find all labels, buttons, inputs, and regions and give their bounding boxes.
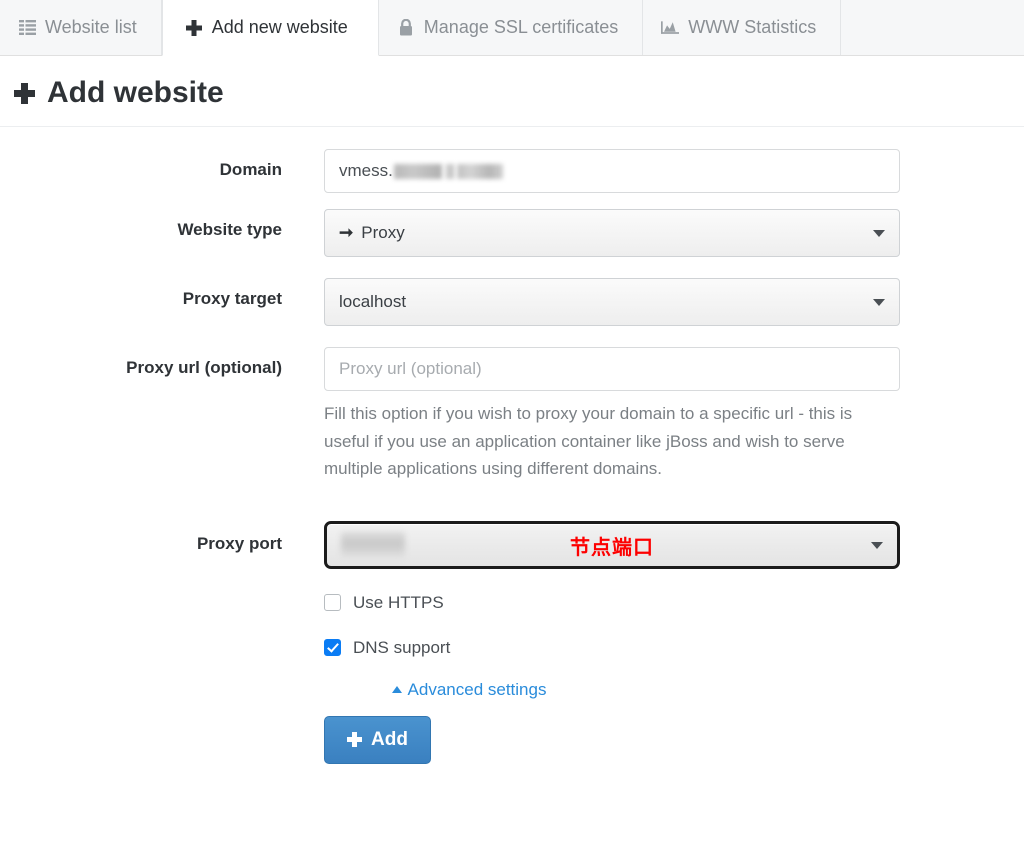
tab-bar-filler bbox=[841, 0, 1024, 55]
field-row-use-https: Use HTTPS bbox=[0, 593, 1024, 613]
tab-add-new-website[interactable]: Add new website bbox=[161, 0, 379, 56]
redacted-block bbox=[444, 163, 454, 179]
dns-support-spacer bbox=[0, 638, 282, 649]
dns-support-checkbox-row[interactable]: DNS support bbox=[324, 638, 900, 658]
dns-support-control: DNS support bbox=[324, 638, 900, 658]
domain-control: vmess. bbox=[324, 149, 900, 193]
use-https-label: Use HTTPS bbox=[353, 592, 444, 612]
use-https-checkbox-row[interactable]: Use HTTPS bbox=[324, 593, 900, 613]
page-title: Add website bbox=[14, 78, 1024, 108]
field-row-proxy-url: Proxy url (optional) Fill this option if… bbox=[0, 347, 1024, 483]
field-row-dns-support: DNS support bbox=[0, 638, 1024, 658]
advanced-settings-control: Advanced settings bbox=[324, 680, 900, 700]
plus-icon bbox=[347, 732, 362, 748]
proxy-target-select[interactable]: localhost bbox=[324, 278, 900, 326]
chevron-down-icon bbox=[873, 299, 885, 306]
field-row-website-type: Website type ➞ Proxy bbox=[0, 209, 1024, 257]
redacted-block bbox=[393, 163, 442, 179]
domain-value: vmess. bbox=[339, 161, 393, 180]
domain-label: Domain bbox=[219, 160, 282, 179]
field-row-submit: Add bbox=[0, 715, 1024, 764]
use-https-checkbox[interactable] bbox=[324, 594, 341, 612]
proxy-url-control: Fill this option if you wish to proxy yo… bbox=[324, 347, 900, 483]
arrow-right-icon: ➞ bbox=[339, 223, 354, 242]
website-type-label: Website type bbox=[177, 220, 282, 239]
field-row-proxy-port: Proxy port 节点端口 bbox=[0, 520, 1024, 569]
proxy-target-value: localhost bbox=[339, 292, 407, 311]
tab-bar: Website list Add new website Manage SSL … bbox=[0, 0, 1024, 56]
redacted-block bbox=[456, 163, 503, 179]
page-title-text: Add website bbox=[47, 76, 224, 109]
redacted-block bbox=[341, 531, 405, 558]
use-https-control: Use HTTPS bbox=[324, 593, 900, 613]
area-chart-icon bbox=[661, 18, 680, 36]
chevron-down-icon bbox=[871, 541, 883, 549]
list-icon bbox=[18, 18, 36, 36]
annotation-proxy-port: 节点端口 bbox=[570, 536, 654, 559]
tab-label: WWW Statistics bbox=[688, 16, 817, 37]
submit-spacer bbox=[0, 716, 282, 727]
proxy-port-control: 节点端口 bbox=[324, 520, 900, 569]
lock-icon bbox=[397, 18, 415, 36]
domain-input[interactable]: vmess. bbox=[324, 149, 900, 193]
tab-manage-ssl-certificates[interactable]: Manage SSL certificates bbox=[378, 0, 644, 55]
website-type-value: Proxy bbox=[361, 223, 405, 242]
proxy-target-control: localhost bbox=[324, 278, 900, 326]
proxy-url-input[interactable] bbox=[324, 347, 900, 391]
website-type-control: ➞ Proxy bbox=[324, 209, 900, 257]
plus-icon bbox=[185, 19, 203, 37]
field-row-proxy-target: Proxy target localhost bbox=[0, 278, 1024, 326]
page-header: Add website bbox=[0, 56, 1024, 127]
advanced-settings-spacer bbox=[0, 680, 282, 691]
submit-control: Add bbox=[324, 715, 900, 764]
dns-support-label: DNS support bbox=[353, 637, 451, 657]
proxy-url-help-text: Fill this option if you wish to proxy yo… bbox=[324, 404, 853, 479]
advanced-settings-wrapper: Advanced settings bbox=[324, 680, 614, 700]
advanced-settings-link[interactable]: Advanced settings bbox=[391, 679, 547, 700]
add-button-label: Add bbox=[371, 728, 408, 750]
chevron-down-icon bbox=[873, 230, 885, 237]
advanced-settings-label: Advanced settings bbox=[407, 679, 547, 699]
plus-icon bbox=[14, 82, 35, 104]
proxy-port-label: Proxy port bbox=[196, 533, 282, 553]
proxy-target-label: Proxy target bbox=[182, 289, 282, 308]
add-website-form: Domain vmess. Website type ➞ Proxy Proxy… bbox=[0, 127, 1024, 764]
field-row-advanced-settings: Advanced settings bbox=[0, 680, 1024, 700]
dns-support-checkbox[interactable] bbox=[324, 639, 341, 657]
caret-up-icon bbox=[391, 686, 402, 694]
proxy-port-select[interactable]: 节点端口 bbox=[324, 520, 900, 569]
proxy-url-label: Proxy url (optional) bbox=[126, 358, 282, 377]
field-row-domain: Domain vmess. bbox=[0, 149, 1024, 193]
add-button[interactable]: Add bbox=[324, 715, 431, 764]
website-type-select[interactable]: ➞ Proxy bbox=[324, 209, 900, 257]
tab-label: Add new website bbox=[211, 17, 348, 37]
tab-label: Manage SSL certificates bbox=[423, 16, 619, 37]
tab-label: Website list bbox=[45, 16, 137, 37]
tab-website-list[interactable]: Website list bbox=[0, 0, 162, 55]
tab-www-statistics[interactable]: WWW Statistics bbox=[643, 0, 842, 55]
use-https-spacer bbox=[0, 593, 282, 604]
